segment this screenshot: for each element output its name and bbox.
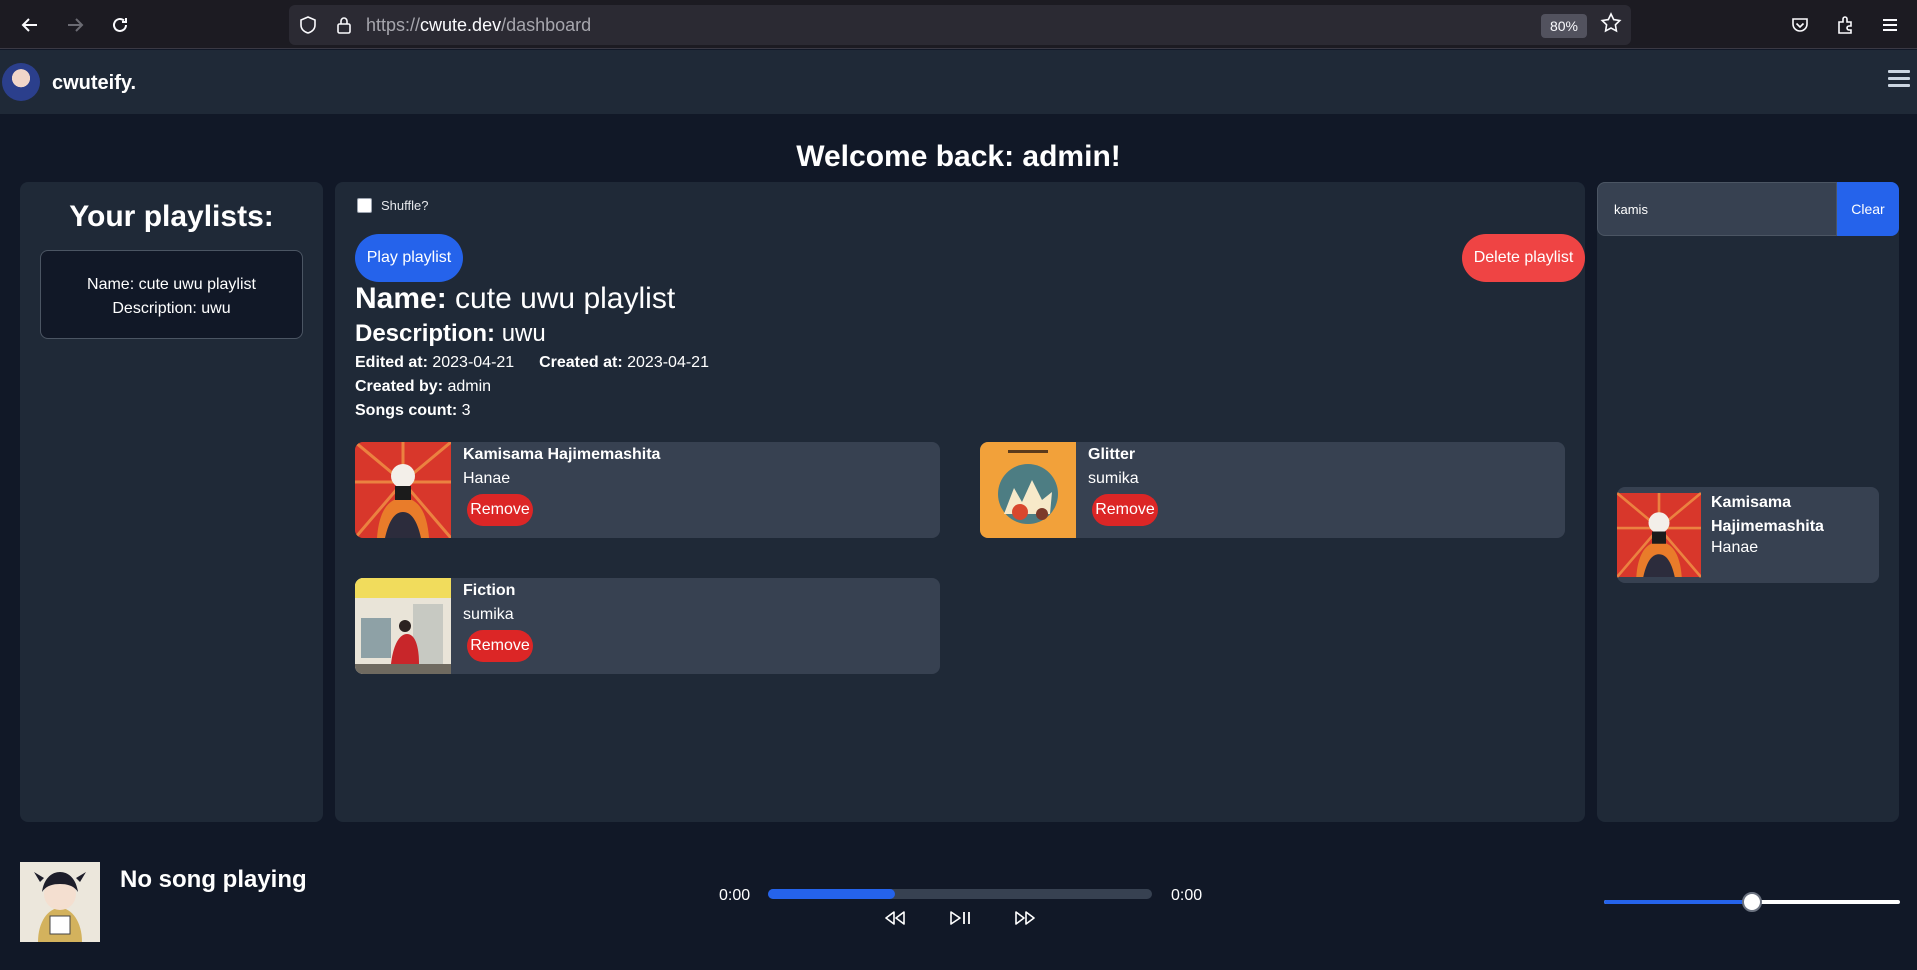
playlist-item-name: Name: cute uwu playlist <box>87 276 256 293</box>
edited-at-label: Edited at: <box>355 354 428 371</box>
playlist-description-value: uwu <box>501 320 546 347</box>
song-card[interactable]: Kamisama Hajimemashita Hanae Remove <box>355 442 940 538</box>
clear-search-button[interactable]: Clear <box>1837 182 1899 236</box>
delete-playlist-button[interactable]: Delete playlist <box>1462 234 1585 282</box>
shuffle-checkbox[interactable] <box>357 198 372 213</box>
playlists-title: Your playlists: <box>69 200 274 233</box>
fast-forward-icon[interactable] <box>1010 904 1040 932</box>
url-text[interactable]: https://cwute.dev/dashboard <box>366 15 591 36</box>
remove-song-button[interactable]: Remove <box>1092 494 1158 526</box>
playlist-creator: Created by: admin <box>355 378 491 396</box>
song-artist: sumika <box>463 606 514 623</box>
url-scheme: https:// <box>366 15 421 35</box>
playlist-item-description: Description: uwu <box>112 300 231 317</box>
menu-icon[interactable] <box>1877 12 1903 38</box>
play-playlist-button[interactable]: Play playlist <box>355 234 463 282</box>
hamburger-menu-icon[interactable] <box>1888 70 1910 92</box>
play-pause-icon[interactable] <box>945 904 975 932</box>
zoom-level-badge[interactable]: 80% <box>1541 14 1587 38</box>
total-time: 0:00 <box>1171 887 1203 904</box>
song-card[interactable]: Fiction sumika Remove <box>355 578 940 674</box>
playlist-description: Description: uwu <box>355 320 546 348</box>
created-at-value: 2023-04-21 <box>627 354 709 371</box>
album-cover-glitter <box>980 442 1076 538</box>
progress-fill <box>768 889 895 899</box>
created-at-label: Created at: <box>539 354 623 371</box>
song-title: Fiction <box>463 582 516 599</box>
song-artist: sumika <box>1088 470 1139 487</box>
pocket-icon[interactable] <box>1787 12 1813 38</box>
edited-at-value: 2023-04-21 <box>432 354 515 371</box>
playlist-detail-panel: Shuffle? Play playlist Delete playlist N… <box>335 182 1585 822</box>
lock-icon[interactable] <box>334 15 354 40</box>
remove-song-button[interactable]: Remove <box>467 494 533 526</box>
shuffle-label: Shuffle? <box>381 198 429 213</box>
songs-count-label: Songs count: <box>355 402 458 419</box>
playlist-name: Name: cute uwu playlist <box>355 282 675 316</box>
now-playing-thumbnail <box>20 862 100 942</box>
album-cover-fiction <box>355 578 451 674</box>
forward-arrow-icon[interactable] <box>61 11 89 39</box>
playlist-name-value: cute uwu playlist <box>455 282 676 315</box>
app-header: cwuteify. <box>0 50 1917 114</box>
created-by-value: admin <box>447 378 492 395</box>
playlist-dates: Edited at: 2023-04-21 Created at: 2023-0… <box>355 354 709 372</box>
volume-handle[interactable] <box>1742 892 1762 912</box>
result-title: Kamisama Hajimemashita <box>1711 494 1824 535</box>
created-by-label: Created by: <box>355 378 444 395</box>
album-cover-kamisama <box>1617 491 1701 578</box>
remove-song-button[interactable]: Remove <box>467 630 533 662</box>
song-card[interactable]: Glitter sumika Remove <box>980 442 1565 538</box>
playlist-songs-count: Songs count: 3 <box>355 402 471 420</box>
progress-bar[interactable] <box>768 889 1152 899</box>
reload-icon[interactable] <box>106 11 134 39</box>
url-path: /dashboard <box>501 15 592 35</box>
volume-slider[interactable] <box>1604 892 1900 912</box>
song-title: Kamisama Hajimemashita <box>463 446 661 463</box>
shield-icon[interactable] <box>298 15 318 40</box>
back-arrow-icon[interactable] <box>16 11 44 39</box>
logo-avatar[interactable] <box>2 63 40 101</box>
bookmark-star-icon[interactable] <box>1599 11 1623 42</box>
album-cover-kamisama <box>355 442 451 538</box>
search-result-item[interactable]: Kamisama Hajimemashita Hanae <box>1617 487 1879 583</box>
search-input[interactable] <box>1597 182 1837 236</box>
volume-fill <box>1604 900 1752 904</box>
extensions-icon[interactable] <box>1832 12 1858 38</box>
welcome-heading: Welcome back: admin! <box>796 140 1121 173</box>
url-host: cwute.dev <box>420 15 502 35</box>
rewind-icon[interactable] <box>880 904 910 932</box>
browser-toolbar: https://cwute.dev/dashboard 80% <box>0 0 1917 49</box>
playlist-item[interactable]: Name: cute uwu playlist Description: uwu <box>40 250 303 339</box>
playlists-panel: Your playlists: Name: cute uwu playlist … <box>20 182 323 822</box>
search-panel: Clear Kamisama Hajimemashita Hanae <box>1597 182 1899 822</box>
playlist-name-label: Name: <box>355 282 447 315</box>
song-artist: Hanae <box>463 470 511 487</box>
now-playing-title: No song playing <box>120 866 307 893</box>
song-title: Glitter <box>1088 446 1136 463</box>
brand-name[interactable]: cwuteify. <box>52 72 136 95</box>
playlist-description-label: Description: <box>355 320 496 347</box>
result-artist: Hanae <box>1711 539 1759 556</box>
shuffle-toggle[interactable]: Shuffle? <box>357 198 428 213</box>
songs-count-value: 3 <box>461 402 471 419</box>
address-bar[interactable]: https://cwute.dev/dashboard 80% <box>289 5 1631 45</box>
current-time: 0:00 <box>719 887 751 904</box>
